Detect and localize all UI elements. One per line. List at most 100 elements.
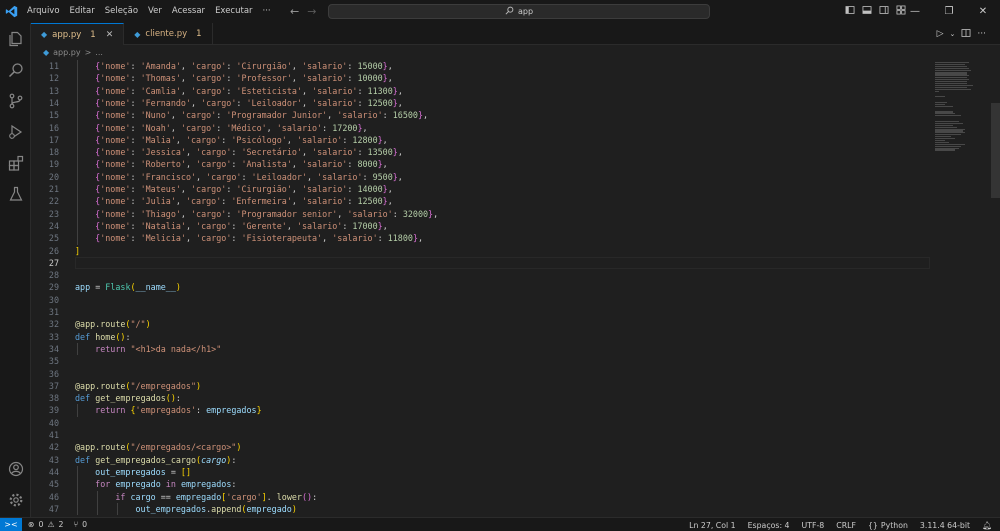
code-line[interactable]: 24 {'nome': 'Natalia', 'cargo': 'Gerente… <box>31 220 931 232</box>
code-line[interactable]: 39 return {'empregados': empregados} <box>31 404 931 416</box>
line-ending[interactable]: CRLF <box>836 521 856 530</box>
line-number: 34 <box>48 343 59 354</box>
code-line[interactable]: 17 {'nome': 'Malia', 'cargo': 'Psicólogo… <box>31 134 931 146</box>
code-line[interactable]: 43 def get_empregados_cargo(cargo): <box>31 454 931 466</box>
toggle-secondary-sidebar-icon[interactable] <box>879 5 889 18</box>
language-mode[interactable]: {} Python <box>868 521 908 530</box>
back-arrow-icon[interactable]: ← <box>290 5 299 18</box>
testing-flask-icon[interactable] <box>0 180 31 208</box>
split-editor-icon[interactable] <box>961 28 971 41</box>
menu-item-2[interactable]: Seleção <box>100 0 143 23</box>
breadcrumb-more[interactable]: ... <box>95 48 103 57</box>
code-line[interactable]: 27 <box>31 257 931 269</box>
code-line[interactable]: 28 <box>31 269 931 281</box>
line-number: 46 <box>48 491 59 502</box>
code-line[interactable]: 23 {'nome': 'Thiago', 'cargo': 'Programa… <box>31 208 931 220</box>
close-window-icon[interactable]: ✕ <box>966 0 1000 23</box>
error-count[interactable]: 0 <box>39 520 44 529</box>
code-line[interactable]: 21 {'nome': 'Mateus', 'cargo': 'Cirurgiã… <box>31 183 931 195</box>
code-line[interactable]: 45 for empregado in empregados: <box>31 478 931 490</box>
error-icon: ⊗ <box>28 520 35 529</box>
menu-item-5[interactable]: Executar <box>210 0 257 23</box>
code-line[interactable]: 11 {'nome': 'Amanda', 'cargo': 'Cirurgiã… <box>31 60 931 72</box>
forward-arrow-icon[interactable]: → <box>307 5 316 18</box>
run-file-icon[interactable]: ▷ <box>937 29 944 39</box>
menu-item-3[interactable]: Ver <box>143 0 167 23</box>
code-line[interactable]: 20 {'nome': 'Francisco', 'cargo': 'Leilo… <box>31 171 931 183</box>
code-line[interactable]: 22 {'nome': 'Julia', 'cargo': 'Enfermeir… <box>31 195 931 207</box>
menu-item-4[interactable]: Acessar <box>167 0 210 23</box>
python-interpreter[interactable]: 3.11.4 64-bit <box>920 521 970 530</box>
vertical-scrollbar[interactable] <box>991 103 1000 198</box>
line-number: 21 <box>48 184 59 194</box>
toggle-primary-sidebar-icon[interactable] <box>845 5 855 18</box>
line-number: 36 <box>48 368 59 379</box>
code-line[interactable]: 40 <box>31 417 931 429</box>
code-line[interactable]: 29 app = Flask(__name__) <box>31 281 931 293</box>
manage-gear-icon[interactable] <box>0 486 31 514</box>
menu-item-0[interactable]: Arquivo <box>22 0 65 23</box>
tab-app-py[interactable]: ◆ app.py 1 ✕ <box>31 23 125 45</box>
extensions-icon[interactable] <box>0 149 31 177</box>
code-line[interactable]: 12 {'nome': 'Thomas', 'cargo': 'Professo… <box>31 72 931 84</box>
restore-icon[interactable]: ❐ <box>932 0 966 23</box>
minimap-line <box>935 90 939 92</box>
notifications-bell-icon[interactable]: 🔔︎ <box>982 521 992 530</box>
minimize-icon[interactable]: — <box>898 0 932 23</box>
breadcrumb-file[interactable]: app.py <box>53 48 80 57</box>
search-sidebar-icon[interactable] <box>0 56 31 84</box>
close-tab-icon[interactable]: ✕ <box>106 30 114 40</box>
run-and-debug-icon[interactable] <box>0 118 31 146</box>
editor-tabs: ◆ app.py 1 ✕ ◆ cliente.py 1 ▷ ⌄ ··· <box>31 23 1000 45</box>
menu-item-6[interactable]: ··· <box>258 0 276 23</box>
code-line[interactable]: 15 {'nome': 'Nuno', 'cargo': 'Programado… <box>31 109 931 121</box>
code-line[interactable]: 13 {'nome': 'Camlia', 'cargo': 'Estetici… <box>31 85 931 97</box>
code-editor[interactable]: 11 {'nome': 'Amanda', 'cargo': 'Cirurgiã… <box>31 60 1000 517</box>
code-line[interactable]: 35 <box>31 355 931 367</box>
code-line[interactable]: 38 def get_empregados(): <box>31 392 931 404</box>
ports-count[interactable]: 0 <box>82 520 87 529</box>
code-line[interactable]: 44 out_empregados = [] <box>31 466 931 478</box>
code-line[interactable]: 32 @app.route("/") <box>31 318 931 330</box>
code-line[interactable]: 18 {'nome': 'Jessica', 'cargo': 'Secretá… <box>31 146 931 158</box>
code-line[interactable]: 42 @app.route("/empregados/<cargo>") <box>31 441 931 453</box>
more-actions-icon[interactable]: ··· <box>977 29 986 39</box>
command-center-search[interactable]: app <box>328 4 710 19</box>
indentation[interactable]: Espaços: 4 <box>748 521 790 530</box>
code-line[interactable]: 34 return "<h1>da nada</h1>" <box>31 343 931 355</box>
line-number: 42 <box>48 442 59 453</box>
code-line[interactable]: 46 if cargo == empregado['cargo']. lower… <box>31 491 931 503</box>
menu-item-1[interactable]: Editar <box>65 0 100 23</box>
code-line[interactable]: 33 def home(): <box>31 331 931 343</box>
indent-guide <box>77 60 78 245</box>
line-number: 43 <box>48 454 59 465</box>
code-line[interactable]: 30 <box>31 294 931 306</box>
indent-guide <box>77 465 78 516</box>
navigation-arrows: ← → <box>290 0 316 23</box>
code-line[interactable]: 37 @app.route("/empregados") <box>31 380 931 392</box>
code-line[interactable]: 41 <box>31 429 931 441</box>
accounts-icon[interactable] <box>0 455 31 483</box>
code-line[interactable]: 14 {'nome': 'Fernando', 'cargo': 'Leiloa… <box>31 97 931 109</box>
source-control-icon[interactable] <box>0 87 31 115</box>
tab-cliente-py[interactable]: ◆ cliente.py 1 <box>124 23 213 45</box>
vscode-logo-icon <box>0 0 22 23</box>
explorer-icon[interactable] <box>0 25 31 53</box>
code-line[interactable]: 31 <box>31 306 931 318</box>
warning-count[interactable]: 2 <box>59 520 64 529</box>
minimap[interactable] <box>931 60 991 517</box>
indent-guide <box>117 502 118 516</box>
code-line[interactable]: 47 out_empregados.append(empregado) <box>31 503 931 515</box>
toggle-panel-icon[interactable] <box>862 5 872 18</box>
code-line[interactable]: 19 {'nome': 'Roberto', 'cargo': 'Analist… <box>31 158 931 170</box>
code-line[interactable]: 36 <box>31 368 931 380</box>
warning-icon: ⚠ <box>47 520 55 529</box>
code-line[interactable]: 16 {'nome': 'Noah', 'cargo': 'Médico', '… <box>31 122 931 134</box>
remote-indicator-icon[interactable]: >< <box>0 517 22 531</box>
code-line[interactable]: 26] <box>31 245 931 257</box>
encoding[interactable]: UTF-8 <box>802 521 825 530</box>
line-number: 47 <box>48 503 59 514</box>
code-line[interactable]: 25 {'nome': 'Melicia', 'cargo': 'Fisiote… <box>31 232 931 244</box>
cursor-position[interactable]: Ln 27, Col 1 <box>689 521 735 530</box>
run-dropdown-chevron-icon[interactable]: ⌄ <box>950 30 956 38</box>
